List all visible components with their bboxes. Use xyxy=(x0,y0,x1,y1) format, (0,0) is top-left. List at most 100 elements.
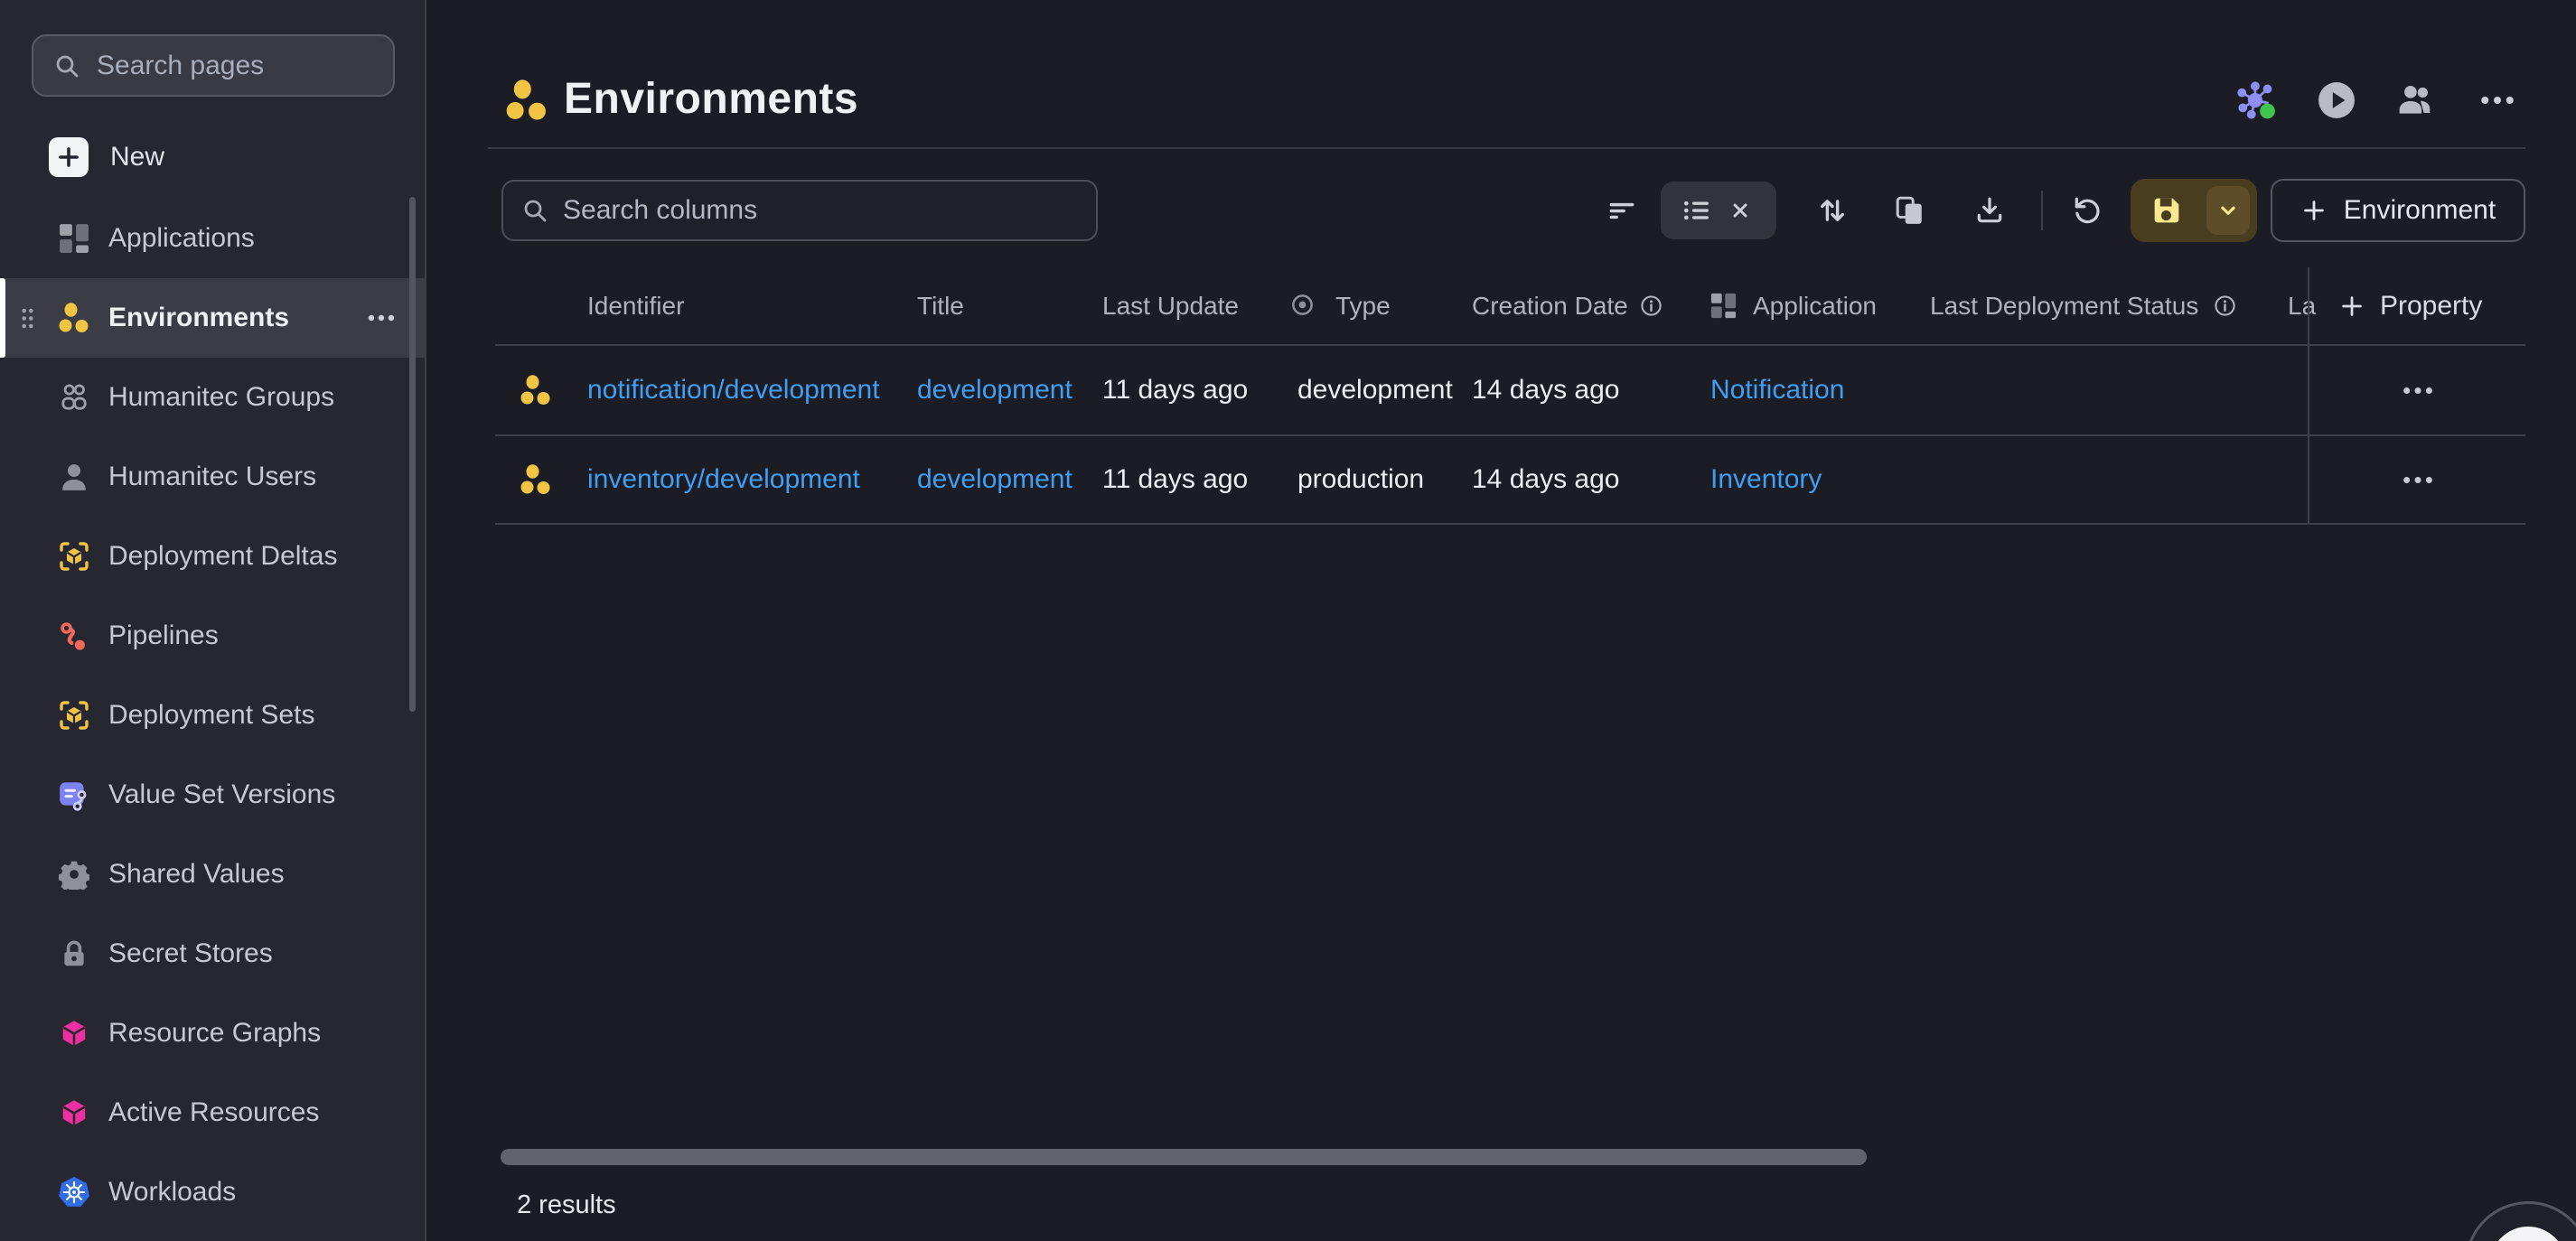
sidebar-item-label: Shared Values xyxy=(108,859,285,890)
sidebar-item-label: Applications xyxy=(108,223,255,254)
close-icon[interactable] xyxy=(1726,196,1755,225)
kubernetes-icon xyxy=(58,1176,90,1208)
type-cell: development xyxy=(1297,346,1453,434)
info-icon[interactable] xyxy=(1640,294,1663,317)
add-environment-button[interactable]: Environment xyxy=(2271,179,2525,242)
column-header-type[interactable]: Type xyxy=(1335,285,1391,327)
sidebar-scrollbar[interactable] xyxy=(409,197,416,712)
plus-icon xyxy=(2338,293,2365,320)
row-more-button[interactable] xyxy=(2393,436,2443,523)
sidebar-item-deployment-deltas[interactable]: Deployment Deltas xyxy=(0,517,426,596)
sidebar-item-deployment-sets[interactable]: Deployment Sets xyxy=(0,676,426,755)
search-pages-input[interactable] xyxy=(97,51,373,81)
sidebar-item-label: Humanitec Groups xyxy=(108,382,334,413)
sidebar-item-active-resources[interactable]: Active Resources xyxy=(0,1073,426,1152)
sidebar-item-value-set-versions[interactable]: Value Set Versions xyxy=(0,755,426,835)
applications-icon xyxy=(1710,293,1737,319)
toolbar-divider xyxy=(2041,191,2043,230)
sidebar-item-environments[interactable]: Environments xyxy=(0,278,426,358)
horizontal-scrollbar[interactable] xyxy=(501,1149,1867,1165)
sidebar-item-applications[interactable]: Applications xyxy=(0,199,426,278)
sidebar-item-label: Value Set Versions xyxy=(108,779,335,810)
sidebar-item-humanitec-users[interactable]: Humanitec Users xyxy=(0,437,426,517)
sidebar-item-humanitec-groups[interactable]: Humanitec Groups xyxy=(0,358,426,437)
header-divider xyxy=(488,147,2525,149)
last-update-cell: 11 days ago xyxy=(1102,346,1248,434)
column-header-truncated[interactable]: La xyxy=(2288,285,2316,327)
sidebar-item-resource-graphs[interactable]: Resource Graphs xyxy=(0,994,426,1073)
more-icon[interactable] xyxy=(2477,79,2518,121)
sidebar-item-label: Environments xyxy=(108,303,289,333)
filter-icon[interactable] xyxy=(1602,191,1642,230)
results-count: 2 results xyxy=(517,1190,616,1220)
column-header-identifier[interactable]: Identifier xyxy=(587,285,684,327)
column-header-title[interactable]: Title xyxy=(917,285,964,327)
row-more-button[interactable] xyxy=(2393,346,2443,434)
resource-cube-icon xyxy=(58,1017,90,1050)
connections-status-icon[interactable] xyxy=(2236,79,2278,121)
download-icon[interactable] xyxy=(1970,191,2009,230)
add-environment-label: Environment xyxy=(2344,195,2496,226)
page-title: Environments xyxy=(564,74,858,124)
application-link[interactable]: Inventory xyxy=(1710,464,1822,495)
search-icon xyxy=(53,52,80,79)
save-options-button[interactable] xyxy=(2206,186,2250,235)
column-header-last-deployment-status[interactable]: Last Deployment Status xyxy=(1930,285,2198,327)
environment-icon xyxy=(520,436,551,523)
sidebar-item-label: Active Resources xyxy=(108,1097,319,1128)
add-property-label: Property xyxy=(2380,291,2482,322)
more-icon xyxy=(2402,476,2434,484)
column-header-creation-date[interactable]: Creation Date xyxy=(1472,285,1628,327)
sidebar-item-label: Workloads xyxy=(108,1177,236,1208)
lock-icon xyxy=(58,938,90,970)
view-toggle-button[interactable] xyxy=(1661,182,1776,239)
identifier-link[interactable]: notification/development xyxy=(587,375,880,406)
table-row[interactable]: notification/development development 11 … xyxy=(495,346,2525,436)
sidebar-search[interactable] xyxy=(32,34,395,97)
column-header-last-update[interactable]: Last Update xyxy=(1102,285,1239,327)
copy-icon[interactable] xyxy=(1890,191,1930,230)
identifier-link[interactable]: inventory/development xyxy=(587,464,860,495)
add-property-button[interactable]: Property xyxy=(2338,282,2482,331)
search-columns-input[interactable] xyxy=(563,195,1078,226)
more-icon xyxy=(2402,387,2434,395)
title-link[interactable]: development xyxy=(917,375,1073,406)
applications-icon xyxy=(58,222,90,255)
item-more-icon[interactable] xyxy=(367,314,396,322)
active-indicator xyxy=(0,278,5,358)
user-icon xyxy=(58,461,90,493)
sidebar-item-label: Deployment Sets xyxy=(108,700,314,731)
table-row[interactable]: inventory/development development 11 day… xyxy=(495,436,2525,525)
title-link[interactable]: development xyxy=(917,464,1073,495)
users-icon[interactable] xyxy=(2395,79,2437,121)
new-label: New xyxy=(110,142,164,173)
table-header-row: Identifier Title Last Update Type Creati… xyxy=(495,267,2525,346)
help-question-icon: ? xyxy=(2490,1227,2566,1241)
plus-icon xyxy=(2300,197,2328,224)
sidebar-item-pipelines[interactable]: Pipelines xyxy=(0,596,426,676)
environments-icon xyxy=(58,302,90,334)
save-view-button[interactable] xyxy=(2131,179,2257,242)
sidebar-item-label: Secret Stores xyxy=(108,938,273,969)
sidebar-item-label: Humanitec Users xyxy=(108,462,316,492)
main-content: Environments xyxy=(426,0,2576,1241)
resource-cube-icon xyxy=(58,1096,90,1129)
deployment-cube-icon xyxy=(58,699,90,732)
column-header-application[interactable]: Application xyxy=(1753,285,1877,327)
application-link[interactable]: Notification xyxy=(1710,375,1844,406)
sidebar-item-shared-values[interactable]: Shared Values xyxy=(0,835,426,914)
help-button[interactable]: ? xyxy=(2465,1201,2576,1241)
search-icon xyxy=(521,197,548,224)
info-icon[interactable] xyxy=(2214,294,2236,317)
sidebar-item-label: Deployment Deltas xyxy=(108,541,337,572)
sort-icon[interactable] xyxy=(1813,191,1852,230)
sidebar: New Applications Environments Humanitec … xyxy=(0,0,426,1241)
plus-icon xyxy=(49,137,89,177)
sidebar-item-workloads[interactable]: Workloads xyxy=(0,1152,426,1232)
drag-handle-icon[interactable] xyxy=(20,307,35,330)
table-search[interactable] xyxy=(501,180,1098,241)
undo-icon[interactable] xyxy=(2067,191,2107,230)
new-page-button[interactable]: New xyxy=(49,132,374,182)
play-icon[interactable] xyxy=(2316,79,2357,121)
sidebar-item-secret-stores[interactable]: Secret Stores xyxy=(0,914,426,994)
